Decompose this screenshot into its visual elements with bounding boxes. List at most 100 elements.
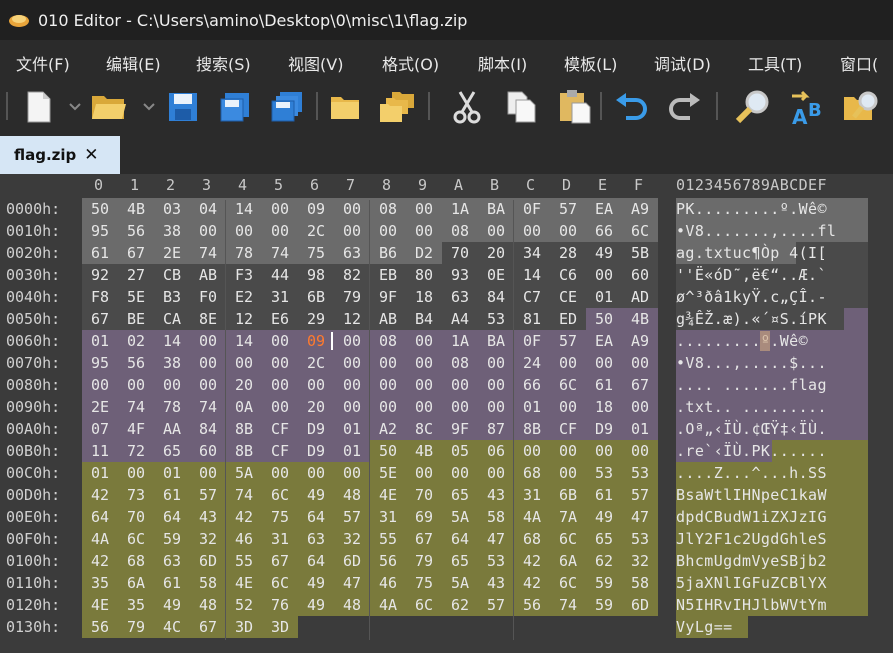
hex-byte[interactable]: 00 xyxy=(118,374,154,396)
hex-byte[interactable]: 00 xyxy=(586,264,622,286)
hex-byte[interactable]: 4B xyxy=(118,198,154,220)
ascii-text[interactable]: 5jaXNlIGFuZCBlYX xyxy=(676,572,827,594)
hex-byte[interactable]: 00 xyxy=(406,330,442,352)
hex-byte[interactable]: 32 xyxy=(190,528,226,550)
hex-byte[interactable]: 98 xyxy=(298,264,334,286)
hex-byte[interactable]: 4A xyxy=(82,528,118,550)
hex-byte[interactable]: 31 xyxy=(370,506,406,528)
hex-byte[interactable]: 4E xyxy=(82,594,118,616)
hex-byte[interactable]: 00 xyxy=(514,440,550,462)
ascii-text[interactable]: •V8.......,....fl xyxy=(676,220,836,242)
hex-byte[interactable]: BE xyxy=(118,308,154,330)
hex-byte[interactable]: 28 xyxy=(550,242,586,264)
hex-byte[interactable]: 00 xyxy=(406,220,442,242)
chevron-down-icon[interactable] xyxy=(68,100,82,114)
folder-button[interactable] xyxy=(326,88,364,126)
hex-byte[interactable]: 00 xyxy=(154,374,190,396)
hex-byte[interactable]: 64 xyxy=(298,506,334,528)
hex-byte[interactable]: EA xyxy=(586,330,622,352)
hex-byte[interactable]: F3 xyxy=(226,264,262,286)
cut-button[interactable] xyxy=(448,88,486,126)
hex-byte[interactable]: 56 xyxy=(118,352,154,374)
hex-byte[interactable]: 8B xyxy=(226,418,262,440)
hex-byte[interactable]: CF xyxy=(262,418,298,440)
hex-byte[interactable]: 00 xyxy=(442,396,478,418)
hex-byte[interactable]: 0F xyxy=(514,198,550,220)
hex-byte[interactable]: 57 xyxy=(478,594,514,616)
ascii-text[interactable]: g¾ÊŽ.æ).«´¤S.íPK xyxy=(676,308,827,330)
hex-byte[interactable]: 49 xyxy=(298,484,334,506)
copy-button[interactable] xyxy=(502,88,540,126)
open-button[interactable] xyxy=(90,88,128,126)
hex-byte[interactable]: 6C xyxy=(406,594,442,616)
hex-byte[interactable]: 00 xyxy=(190,330,226,352)
hex-byte[interactable]: 57 xyxy=(190,484,226,506)
hex-byte[interactable]: 79 xyxy=(118,616,154,638)
hex-byte[interactable]: EA xyxy=(586,198,622,220)
find-button[interactable] xyxy=(734,88,772,126)
hex-byte[interactable]: 31 xyxy=(262,528,298,550)
hex-byte[interactable]: 58 xyxy=(190,572,226,594)
hex-byte[interactable]: 6B xyxy=(298,286,334,308)
hex-byte[interactable]: 4A xyxy=(370,594,406,616)
close-icon[interactable]: ✕ xyxy=(84,145,98,165)
hex-byte[interactable]: 53 xyxy=(478,308,514,330)
hex-byte[interactable]: 00 xyxy=(190,220,226,242)
hex-byte[interactable]: 00 xyxy=(370,374,406,396)
paste-button[interactable] xyxy=(556,88,594,126)
hex-byte[interactable]: 18 xyxy=(586,396,622,418)
hex-byte[interactable]: 63 xyxy=(334,242,370,264)
hex-byte[interactable]: 57 xyxy=(334,506,370,528)
hex-byte[interactable]: 42 xyxy=(82,550,118,572)
menu-edit[interactable]: 编辑(E) xyxy=(106,51,161,75)
hex-byte[interactable]: AD xyxy=(622,286,658,308)
hex-byte[interactable]: 00 xyxy=(478,352,514,374)
hex-byte[interactable]: 00 xyxy=(262,220,298,242)
hex-byte[interactable]: 00 xyxy=(262,462,298,484)
hex-byte[interactable]: 61 xyxy=(82,242,118,264)
hex-byte[interactable]: 8B xyxy=(514,418,550,440)
hex-byte[interactable]: 00 xyxy=(262,352,298,374)
hex-byte[interactable]: 0F xyxy=(514,330,550,352)
hex-byte[interactable]: D9 xyxy=(298,418,334,440)
hex-byte[interactable]: 87 xyxy=(478,418,514,440)
hex-byte[interactable]: B3 xyxy=(154,286,190,308)
menu-script[interactable]: 脚本(I) xyxy=(478,51,527,75)
hex-byte[interactable]: 00 xyxy=(550,440,586,462)
hex-byte[interactable]: 78 xyxy=(226,242,262,264)
hex-byte[interactable]: 63 xyxy=(154,550,190,572)
hex-byte[interactable]: E2 xyxy=(226,286,262,308)
hex-byte[interactable]: 6D xyxy=(190,550,226,572)
hex-byte[interactable]: EB xyxy=(370,264,406,286)
ascii-text[interactable]: PK.........º.Wê© xyxy=(676,198,827,220)
hex-byte[interactable]: 61 xyxy=(586,374,622,396)
hex-byte[interactable]: 73 xyxy=(118,484,154,506)
hex-byte[interactable]: 42 xyxy=(514,550,550,572)
hex-byte[interactable]: A2 xyxy=(370,418,406,440)
hex-byte[interactable]: 8C xyxy=(406,418,442,440)
hex-byte[interactable]: BA xyxy=(478,198,514,220)
hex-byte[interactable]: A9 xyxy=(622,330,658,352)
hex-byte[interactable]: 75 xyxy=(406,572,442,594)
ascii-text[interactable]: dpdCBudW1iZXJzIG xyxy=(676,506,827,528)
hex-byte[interactable]: 75 xyxy=(262,506,298,528)
hex-byte[interactable]: 65 xyxy=(154,440,190,462)
hex-byte[interactable]: 00 xyxy=(514,220,550,242)
hex-byte[interactable]: 00 xyxy=(622,352,658,374)
hex-byte[interactable]: 55 xyxy=(226,550,262,572)
hex-byte[interactable]: 14 xyxy=(154,330,190,352)
hex-byte[interactable]: 35 xyxy=(82,572,118,594)
menu-format[interactable]: 格式(O) xyxy=(382,51,439,75)
hex-byte[interactable]: 61 xyxy=(154,484,190,506)
hex-byte[interactable]: 42 xyxy=(226,506,262,528)
ascii-text[interactable]: .re`‹ÏÙ.PK...... xyxy=(676,440,827,462)
hex-byte[interactable]: 53 xyxy=(478,550,514,572)
hex-byte[interactable]: 00 xyxy=(406,352,442,374)
hex-byte[interactable]: 3D xyxy=(226,616,262,638)
ascii-text[interactable]: BsaWtlIHNpeC1kaW xyxy=(676,484,827,506)
hex-byte[interactable]: 84 xyxy=(478,286,514,308)
hex-byte[interactable]: 64 xyxy=(298,550,334,572)
hex-byte[interactable]: 00 xyxy=(334,462,370,484)
hex-byte[interactable]: 00 xyxy=(550,220,586,242)
hex-byte[interactable]: 01 xyxy=(586,286,622,308)
